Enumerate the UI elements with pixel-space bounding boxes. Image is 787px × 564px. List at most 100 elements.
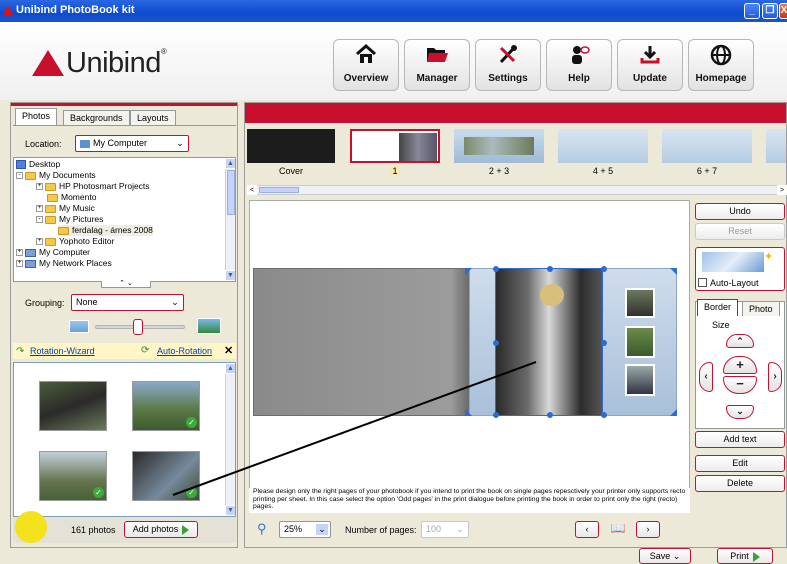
collapse-icon[interactable]: - (16, 172, 23, 180)
close-icon[interactable]: ✕ (224, 344, 233, 357)
tree-item[interactable]: + My Music (36, 203, 95, 214)
right-page[interactable] (469, 266, 677, 418)
strip-scrollbar[interactable]: < > (247, 185, 787, 195)
photo-thumbnail[interactable] (39, 381, 107, 431)
move-left-button[interactable]: ‹ (699, 362, 713, 392)
location-select[interactable]: My Computer ⌄ (75, 135, 189, 152)
resize-handle[interactable] (601, 266, 607, 272)
settings-button[interactable]: Settings (475, 39, 541, 91)
move-up-button[interactable]: ⌃ (726, 334, 754, 348)
splitter-handle[interactable]: ⌃ ⌄ (101, 280, 151, 288)
close-button[interactable]: X (779, 3, 787, 19)
chevron-down-icon: ⌄ (316, 524, 328, 535)
tree-item[interactable]: - My Documents (16, 170, 96, 181)
manager-button[interactable]: Manager (404, 39, 470, 91)
tab-backgrounds[interactable]: Backgrounds (63, 110, 130, 125)
tab-border[interactable]: Border (697, 299, 739, 316)
strip-cover[interactable] (247, 129, 335, 163)
pages-select[interactable]: 100 ⌄ (421, 521, 469, 538)
tree-item[interactable]: - My Pictures (36, 214, 103, 225)
tree-item[interactable]: + Yophoto Editor (36, 236, 114, 247)
scroll-thumb[interactable] (259, 187, 299, 193)
enlarge-button[interactable]: + (723, 356, 757, 374)
add-text-button[interactable]: Add text (695, 431, 785, 448)
scroll-thumb[interactable] (227, 170, 235, 215)
resize-handle[interactable] (601, 340, 607, 346)
tree-item[interactable]: + My Computer (16, 247, 90, 258)
update-button[interactable]: Update (617, 39, 683, 91)
photo-grid[interactable]: ✓ ✓ ✓ ▲ ▼ (13, 362, 236, 517)
tree-item[interactable]: Desktop (16, 159, 60, 170)
photo-thumbnail[interactable]: ✓ (132, 451, 200, 501)
photo-count: 161 photos (71, 525, 116, 535)
restore-button[interactable]: ❐ (762, 3, 778, 19)
strip-page-6-7[interactable] (662, 129, 752, 163)
slider-handle[interactable] (133, 319, 143, 335)
move-down-button[interactable]: ⌄ (726, 405, 754, 419)
resize-handle[interactable] (493, 412, 499, 418)
save-button[interactable]: Save ⌄ (639, 548, 691, 564)
tree-scrollbar[interactable]: ▲ ▼ (225, 158, 235, 281)
resize-handle[interactable] (547, 412, 553, 418)
edit-button[interactable]: Edit (695, 455, 785, 472)
selected-photo[interactable] (493, 266, 607, 418)
reset-button[interactable]: Reset (695, 223, 785, 240)
tree-item[interactable]: + My Network Places (16, 258, 112, 269)
check-icon: ✓ (186, 417, 197, 428)
photo-grid-scrollbar[interactable]: ▲ ▼ (225, 363, 235, 516)
tree-item[interactable]: Momento (47, 192, 96, 203)
auto-layout-panel[interactable]: ✦ Auto-Layout (695, 247, 785, 291)
zoom-select[interactable]: 25% ⌄ (279, 521, 331, 538)
tab-layouts[interactable]: Layouts (130, 110, 176, 125)
grouping-select[interactable]: None ⌄ (71, 294, 184, 311)
strip-page-4-5[interactable] (558, 129, 648, 163)
add-photos-button[interactable]: Add photos (124, 521, 198, 538)
scroll-up-icon[interactable]: ▲ (225, 158, 235, 169)
photo-thumbnail[interactable]: ✓ (39, 451, 107, 501)
strip-page-next[interactable] (766, 129, 786, 163)
rotation-wizard-link[interactable]: Rotation-Wizard (30, 346, 95, 356)
expand-icon[interactable]: + (16, 249, 23, 257)
strip-page-1[interactable] (350, 129, 440, 163)
tab-photos[interactable]: Photos (15, 108, 58, 125)
folder-tree[interactable]: Desktop - My Documents + HP Photosmart Pro… (13, 157, 236, 282)
chevron-left-icon: ‹ (585, 524, 589, 534)
delete-button[interactable]: Delete (695, 475, 785, 492)
homepage-button[interactable]: Homepage (688, 39, 754, 91)
help-button[interactable]: Help (546, 39, 612, 91)
auto-layout-checkbox[interactable] (698, 278, 707, 287)
scroll-down-icon[interactable]: ▼ (225, 505, 235, 516)
next-page-button[interactable]: › (636, 521, 660, 538)
shrink-button[interactable]: − (723, 376, 757, 394)
overview-button[interactable]: Overview (333, 39, 399, 91)
photo-thumbnail[interactable]: ✓ (132, 381, 200, 431)
tab-photo[interactable]: Photo (742, 301, 780, 316)
minimize-button[interactable]: _ (744, 3, 760, 19)
resize-handle[interactable] (493, 340, 499, 346)
page-photo[interactable] (625, 364, 655, 396)
tree-item[interactable]: + HP Photosmart Projects (36, 181, 150, 192)
resize-handle[interactable] (601, 412, 607, 418)
expand-icon[interactable]: + (36, 205, 43, 213)
move-right-button[interactable]: › (768, 362, 782, 392)
undo-button[interactable]: Undo (695, 203, 785, 220)
left-page[interactable] (253, 268, 469, 416)
chevron-right-icon[interactable]: > (777, 185, 787, 195)
resize-handle[interactable] (547, 266, 553, 272)
expand-icon[interactable]: + (36, 183, 43, 191)
scroll-up-icon[interactable]: ▲ (225, 363, 235, 374)
prev-page-button[interactable]: ‹ (575, 521, 599, 538)
chevron-left-icon[interactable]: < (247, 185, 257, 195)
print-button[interactable]: Print (717, 548, 773, 564)
expand-icon[interactable]: + (36, 238, 43, 246)
collapse-icon[interactable]: - (36, 216, 43, 224)
page-photo[interactable] (625, 326, 655, 358)
tree-item-selected[interactable]: ferdalag - árnes 2008 (58, 225, 153, 236)
page-photo[interactable] (625, 288, 655, 318)
expand-icon[interactable]: + (16, 260, 23, 268)
resize-handle[interactable] (493, 266, 499, 272)
auto-rotation-link[interactable]: Auto-Rotation (157, 346, 212, 356)
scroll-down-icon[interactable]: ▼ (225, 270, 235, 281)
strip-page-2-3[interactable] (454, 129, 544, 163)
page-canvas[interactable] (249, 200, 690, 490)
